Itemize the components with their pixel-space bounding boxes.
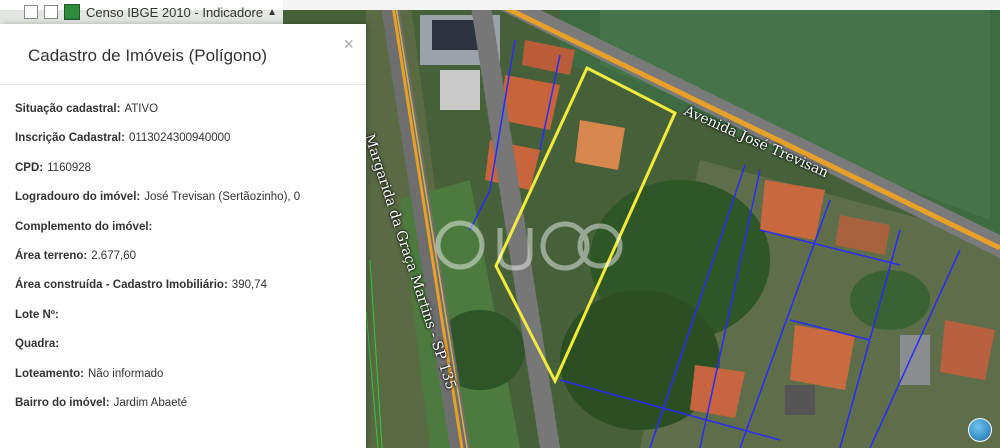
panel-header: Cadastro de Imóveis (Polígono) ×	[0, 24, 366, 85]
field-area-terreno: Área terreno: 2.677,60	[15, 249, 136, 262]
field-complemento: Complemento do imóvel:	[15, 220, 153, 233]
field-inscricao: Inscrição Cadastral: 0113024300940000	[15, 132, 231, 145]
collapse-icon[interactable]	[24, 5, 38, 19]
field-situacao: Situação cadastral: ATIVO	[15, 103, 159, 115]
field-bairro: Bairro do imóvel: Jardim Abaeté	[15, 396, 188, 409]
property-info-panel: Cadastro de Imóveis (Polígono) × Situaçã…	[0, 24, 366, 448]
layer-checkbox[interactable]	[44, 5, 58, 19]
field-area-construida: Área construída - Cadastro Imobiliário: 3…	[15, 279, 267, 292]
field-logradouro: Logradouro do imóvel: José Trevisan (Sert…	[15, 191, 301, 204]
property-fields: Situação cadastral: ATIVO Inscrição Cadas…	[0, 85, 366, 422]
field-lote: Lote Nº:	[15, 308, 59, 321]
field-cpd: CPD: 1160928	[15, 161, 92, 174]
layer-icon	[64, 4, 80, 20]
close-button[interactable]: ×	[343, 34, 354, 55]
caret-up-icon[interactable]: ▲	[267, 7, 277, 18]
layer-label: Censo IBGE 2010 - Indicadore	[86, 4, 264, 20]
field-loteamento: Loteamento: Não informado	[15, 367, 164, 380]
panel-title: Cadastro de Imóveis (Polígono)	[28, 46, 268, 65]
globe-icon[interactable]	[968, 418, 992, 442]
field-quadra: Quadra:	[15, 338, 60, 351]
layer-toggle-row[interactable]: Censo IBGE 2010 - Indicadore ▲	[0, 0, 283, 24]
